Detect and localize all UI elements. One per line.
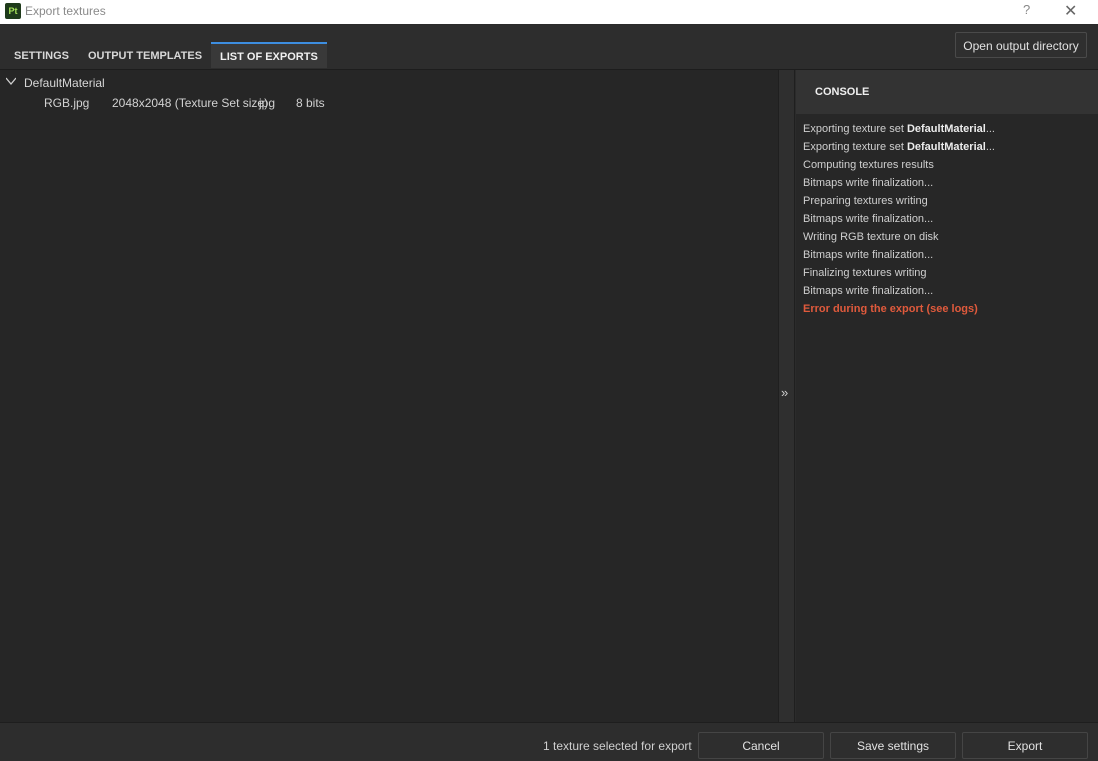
footer-bar: 1 texture selected for export Cancel Sav… (0, 722, 1098, 761)
console-line: Bitmaps write finalization... (803, 285, 934, 297)
tab-bar: SETTINGS OUTPUT TEMPLATES LIST OF EXPORT… (0, 25, 1098, 70)
console-line: Finalizing textures writing (803, 267, 927, 279)
title-bar: Pt Export textures ? ✕ (0, 0, 1098, 24)
collapse-panel-icon[interactable]: » (781, 385, 788, 400)
console-header: CONSOLE (796, 70, 1098, 114)
export-item-format: jpg (259, 96, 276, 110)
open-output-directory-button[interactable]: Open output directory (955, 32, 1087, 58)
console-line: Exporting texture set DefaultMaterial... (803, 123, 995, 135)
material-tree-node[interactable]: DefaultMaterial (24, 76, 105, 90)
console-line: Bitmaps write finalization... (803, 249, 934, 261)
cancel-button[interactable]: Cancel (698, 732, 824, 759)
tab-list-of-exports[interactable]: LIST OF EXPORTS (211, 42, 327, 68)
console-log: Exporting texture set DefaultMaterial...… (803, 122, 1093, 320)
console-panel: CONSOLE Exporting texture set DefaultMat… (796, 70, 1098, 722)
export-item-bits: 8 bits (296, 96, 325, 110)
export-item-size: 2048x2048 (Texture Set size) (112, 96, 269, 110)
panel-splitter[interactable]: » (778, 70, 795, 722)
export-item-name: RGB.jpg (44, 96, 90, 110)
chevron-down-icon[interactable] (6, 76, 16, 86)
console-line: Writing RGB texture on disk (803, 231, 939, 243)
console-title: CONSOLE (815, 86, 870, 98)
selection-status: 1 texture selected for export (543, 739, 692, 753)
console-error-line: Error during the export (see logs) (803, 303, 978, 315)
console-line: Computing textures results (803, 159, 934, 171)
export-button[interactable]: Export (962, 732, 1088, 759)
app-icon: Pt (5, 3, 21, 19)
console-line: Exporting texture set DefaultMaterial... (803, 141, 995, 153)
tab-settings[interactable]: SETTINGS (5, 42, 78, 68)
tab-output-templates[interactable]: OUTPUT TEMPLATES (79, 42, 211, 68)
console-line: Preparing textures writing (803, 195, 928, 207)
console-line: Bitmaps write finalization... (803, 213, 934, 225)
help-icon[interactable]: ? (1023, 2, 1030, 17)
save-settings-button[interactable]: Save settings (830, 732, 956, 759)
close-icon[interactable]: ✕ (1064, 1, 1077, 21)
window-title: Export textures (25, 4, 106, 18)
export-list-panel: DefaultMaterial RGB.jpg 2048x2048 (Textu… (0, 70, 778, 722)
console-line: Bitmaps write finalization... (803, 177, 934, 189)
